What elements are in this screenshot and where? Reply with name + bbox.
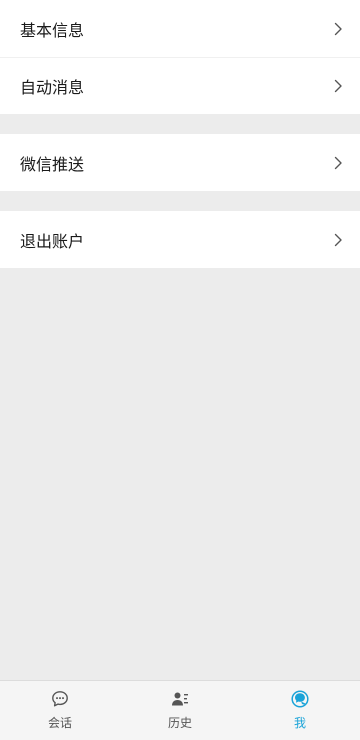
contacts-list-icon <box>172 692 188 706</box>
tab-chat[interactable]: 会话 <box>0 681 120 740</box>
menu-group-account: 基本信息 自动消息 <box>0 0 360 114</box>
tab-history[interactable]: 历史 <box>120 681 240 740</box>
menu-item-label: 退出账户 <box>20 231 85 251</box>
tab-label: 我 <box>293 716 306 730</box>
tab-me[interactable]: 我 <box>240 681 360 740</box>
menu-item-auto-message[interactable]: 自动消息 <box>0 57 360 114</box>
menu-item-basic-info[interactable]: 基本信息 <box>0 0 360 57</box>
chevron-right-icon <box>332 155 344 171</box>
settings-menu: 基本信息 自动消息 微信推送 退出账户 <box>0 0 360 268</box>
menu-item-label: 微信推送 <box>20 154 85 174</box>
menu-group-wechat: 微信推送 <box>0 134 360 191</box>
tab-label: 会话 <box>47 716 72 730</box>
menu-item-label: 基本信息 <box>20 20 85 40</box>
menu-item-wechat-push[interactable]: 微信推送 <box>0 134 360 191</box>
menu-group-logout: 退出账户 <box>0 211 360 268</box>
chat-bubble-icon <box>52 691 68 707</box>
chevron-right-icon <box>332 78 344 94</box>
tab-label: 历史 <box>167 716 192 730</box>
chevron-right-icon <box>332 21 344 37</box>
chevron-right-icon <box>332 232 344 248</box>
menu-item-logout[interactable]: 退出账户 <box>0 211 360 268</box>
menu-item-label: 自动消息 <box>20 78 85 97</box>
bottom-tab-bar: 会话 历史 我 <box>0 680 360 740</box>
me-icon <box>291 690 309 708</box>
